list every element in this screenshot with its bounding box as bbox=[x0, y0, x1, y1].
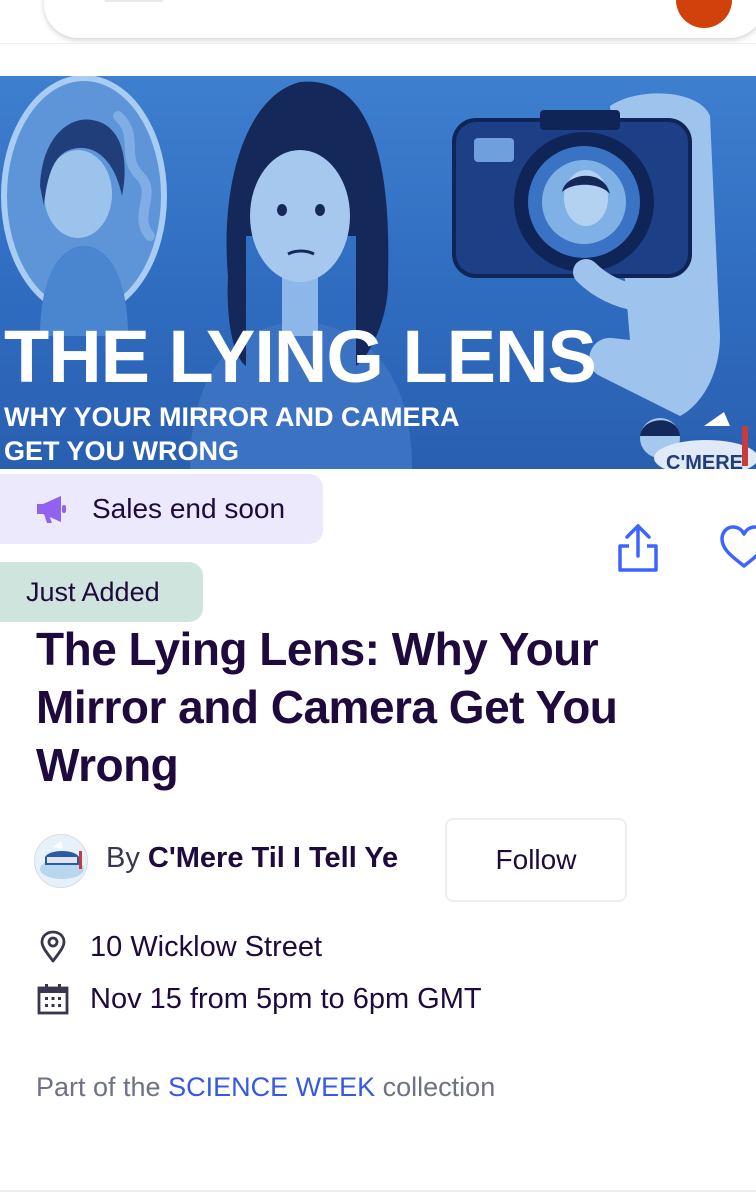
event-hero-image: C'MERE THE LYING LENS WHY YOUR MIRROR AN… bbox=[0, 76, 756, 469]
share-button[interactable] bbox=[610, 520, 666, 576]
sales-badge-label: Sales end soon bbox=[92, 493, 286, 524]
bottom-divider bbox=[0, 1190, 756, 1192]
search-bar[interactable] bbox=[44, 0, 756, 38]
sales-end-soon-badge: Sales end soon bbox=[0, 474, 323, 544]
hero-title: THE LYING LENS bbox=[4, 315, 597, 398]
organizer-avatar[interactable] bbox=[34, 834, 88, 888]
megaphone-icon bbox=[37, 496, 66, 523]
organizer-by-prefix: By bbox=[106, 842, 140, 874]
organizer-name-link[interactable]: C'Mere Til I Tell Ye bbox=[148, 842, 398, 874]
search-bar-highlight bbox=[104, 0, 164, 2]
event-date-row: Nov 15 from 5pm to 6pm GMT bbox=[36, 982, 482, 1016]
organizer-line: By C'Mere Til I Tell Ye bbox=[106, 842, 398, 875]
just-added-badge: Just Added bbox=[0, 562, 203, 622]
event-datetime: Nov 15 from 5pm to 6pm GMT bbox=[90, 982, 482, 1015]
just-added-label: Just Added bbox=[26, 576, 160, 607]
top-bar-divider bbox=[0, 43, 756, 44]
top-bar bbox=[0, 0, 756, 44]
heart-icon bbox=[720, 525, 756, 568]
hero-subtitle-line2: GET YOU WRONG bbox=[4, 436, 240, 466]
follow-button[interactable]: Follow bbox=[445, 818, 627, 902]
collection-line: Part of the SCIENCE WEEK collection bbox=[36, 1072, 495, 1103]
share-icon bbox=[618, 524, 658, 572]
calendar-icon bbox=[37, 984, 69, 1015]
like-button[interactable] bbox=[716, 520, 756, 576]
event-location-row: 10 Wicklow Street bbox=[36, 930, 322, 964]
map-pin-icon bbox=[40, 930, 66, 963]
hero-subtitle-line1: WHY YOUR MIRROR AND CAMERA bbox=[4, 402, 460, 432]
collection-link[interactable]: SCIENCE WEEK bbox=[168, 1072, 375, 1102]
hero-logo-text: C'MERE bbox=[666, 452, 743, 469]
event-location: 10 Wicklow Street bbox=[90, 930, 323, 963]
collection-suffix: collection bbox=[382, 1072, 496, 1102]
collection-prefix: Part of the bbox=[36, 1072, 161, 1102]
organizer-logo-icon bbox=[35, 835, 87, 887]
event-title: The Lying Lens: Why Your Mirror and Came… bbox=[36, 623, 618, 791]
